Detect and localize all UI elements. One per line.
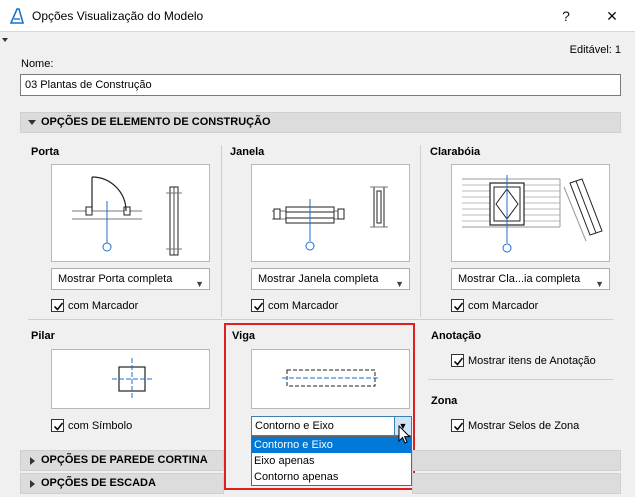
claraboia-title: Clarabóia [430,146,481,158]
close-icon: ✕ [606,7,618,24]
viga-option[interactable]: Contorno apenas [252,469,411,485]
zona-title: Zona [431,395,458,407]
checkmark-icon [53,422,64,431]
viga-option[interactable]: Eixo apenas [252,453,411,469]
janela-dropdown-value: Mostrar Janela completa [258,273,379,285]
window-title: Opções Visualização do Modelo [32,9,204,23]
help-icon: ? [562,8,570,24]
curtain-wall-options-title: OPÇÕES DE PAREDE CORTINA [41,454,208,466]
help-button[interactable]: ? [543,0,589,32]
divider [221,145,222,317]
porta-display-dropdown[interactable]: Mostrar Porta completa ▼ [51,268,210,290]
viga-preview [251,349,410,409]
mouse-pointer-icon [398,425,411,444]
divider [28,319,613,320]
viga-title: Viga [232,330,256,342]
checkbox[interactable] [451,299,464,312]
chevron-right-icon [30,480,35,488]
viga-options-list: Contorno e Eixo Eixo apenas Contorno ape… [251,436,412,486]
checkmark-icon [453,357,464,366]
claraboia-marker-label: com Marcador [468,300,539,312]
stair-options-header[interactable]: OPÇÕES DE ESCADA [20,473,224,494]
claraboia-preview [451,164,610,262]
checkbox[interactable] [251,299,264,312]
checkbox[interactable] [451,354,464,367]
nome-label: Nome: [21,58,54,70]
title-bar: Opções Visualização do Modelo ? ✕ [0,0,635,32]
stair-options-title: OPÇÕES DE ESCADA [41,477,156,489]
chevron-right-icon [30,457,35,465]
divider [420,145,421,317]
chevron-down-icon: ▼ [195,279,204,289]
checkmark-icon [453,302,464,311]
construction-options-title: OPÇÕES DE ELEMENTO DE CONSTRUÇÃO [41,116,271,128]
anotacao-title: Anotação [431,330,482,342]
claraboia-display-dropdown[interactable]: Mostrar Cla...ia completa ▼ [451,268,610,290]
checkmark-icon [253,302,264,311]
janela-marker-label: com Marcador [268,300,339,312]
checkbox[interactable] [51,299,64,312]
panel-collapse-icon[interactable] [2,38,8,42]
porta-dropdown-value: Mostrar Porta completa [58,273,173,285]
nome-input[interactable]: 03 Plantas de Construção [20,74,621,96]
porta-title: Porta [31,146,60,158]
chevron-down-icon: ▼ [595,279,604,289]
janela-preview [251,164,410,262]
curtain-wall-options-header[interactable]: OPÇÕES DE PAREDE CORTINA [20,450,224,471]
pilar-symbol-label: com Símbolo [68,420,133,432]
janela-title: Janela [230,146,265,158]
janela-display-dropdown[interactable]: Mostrar Janela completa ▼ [251,268,410,290]
construction-options-header[interactable]: OPÇÕES DE ELEMENTO DE CONSTRUÇÃO [20,112,621,133]
checkmark-icon [453,422,464,431]
claraboia-dropdown-value: Mostrar Cla...ia completa [458,273,581,285]
porta-preview [51,164,210,262]
close-button[interactable]: ✕ [589,0,635,32]
viga-option[interactable]: Contorno e Eixo [252,437,411,453]
divider [428,379,613,380]
viga-display-combobox[interactable]: Contorno e Eixo ▼ [251,416,412,436]
section-header-fill [412,450,621,471]
checkmark-icon [53,302,64,311]
checkbox[interactable] [51,419,64,432]
porta-marker-label: com Marcador [68,300,139,312]
pilar-preview [51,349,210,409]
section-header-fill [412,473,621,494]
pilar-title: Pilar [31,330,55,342]
archicad-app-icon [9,8,25,24]
editable-indicator: Editável: 1 [569,44,621,56]
anotacao-label: Mostrar itens de Anotação [468,355,596,367]
viga-combobox-value: Contorno e Eixo [255,420,334,432]
chevron-down-icon: ▼ [395,279,404,289]
zona-label: Mostrar Selos de Zona [468,420,580,432]
chevron-down-icon [28,120,36,125]
checkbox[interactable] [451,419,464,432]
